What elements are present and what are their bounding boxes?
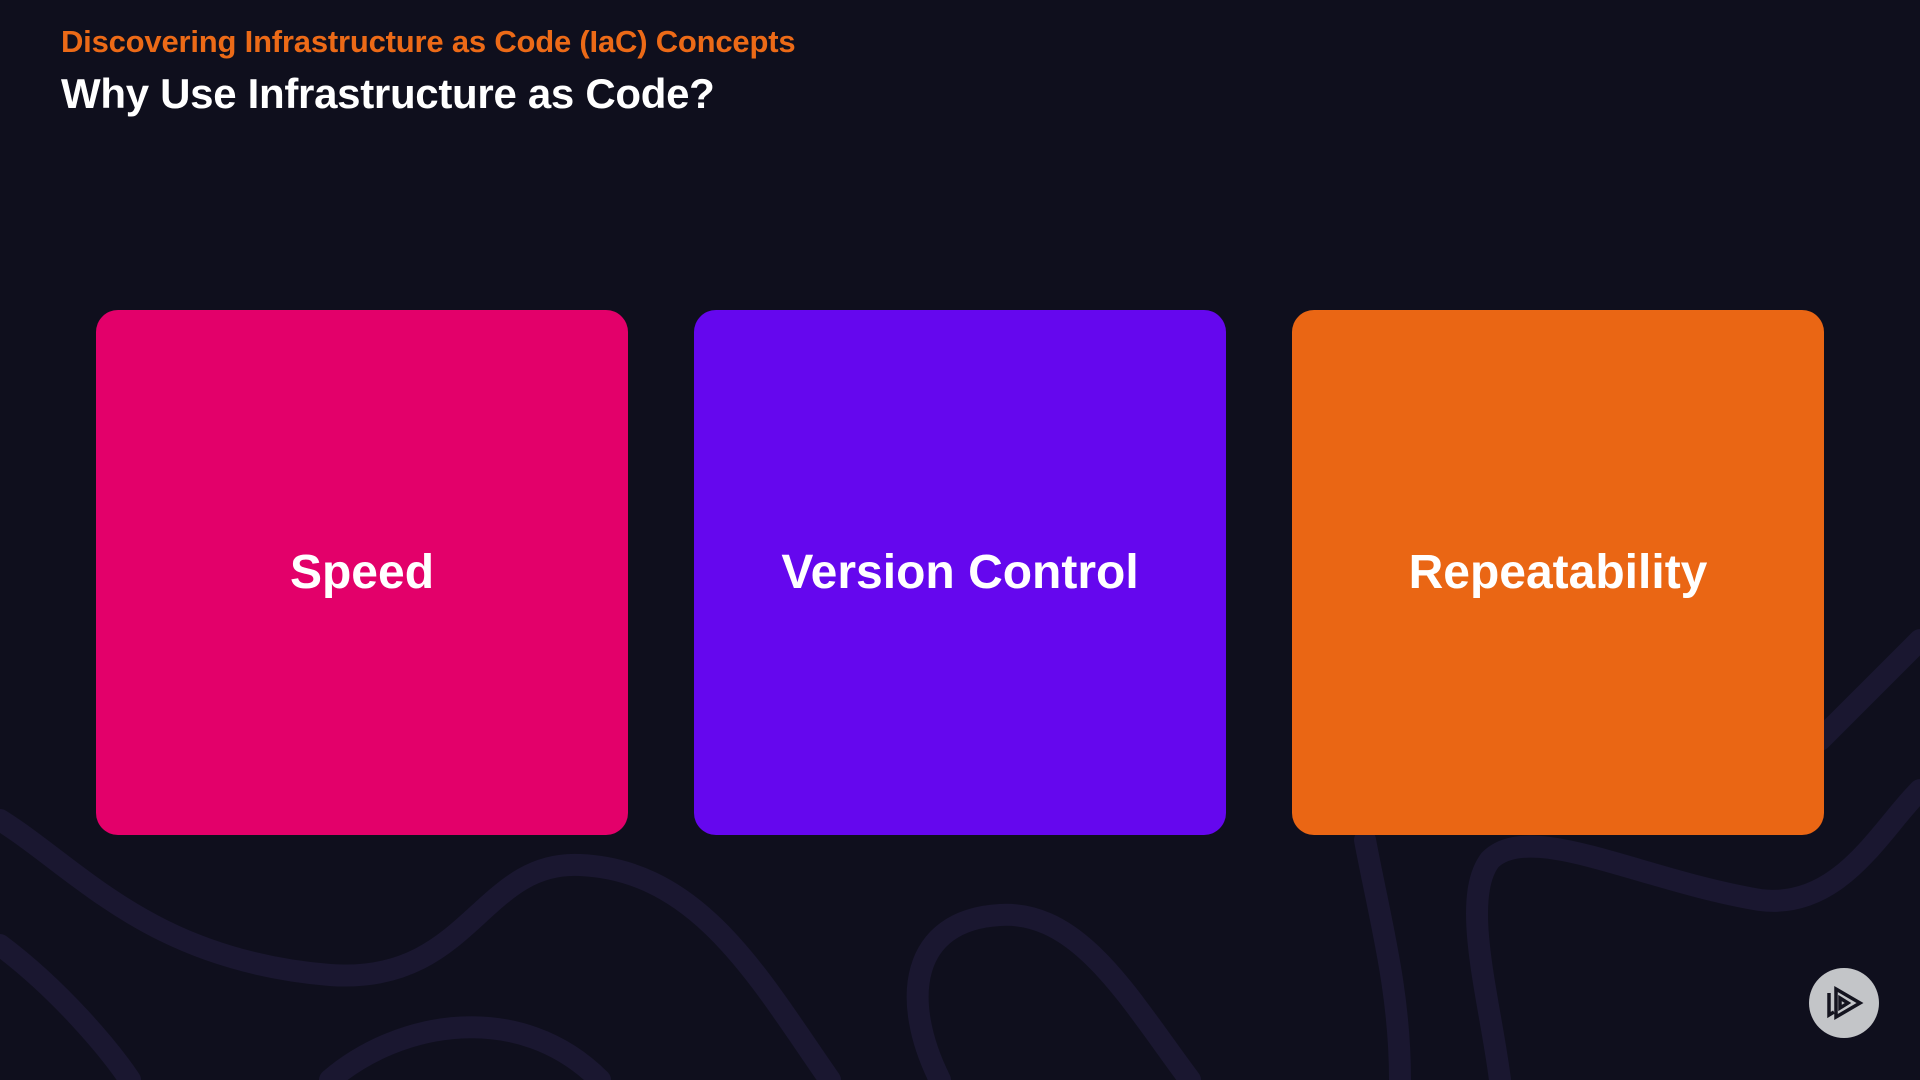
card-label: Version Control [781, 546, 1139, 599]
section-subtitle: Discovering Infrastructure as Code (IaC)… [61, 24, 796, 59]
card-label: Repeatability [1408, 546, 1708, 599]
pluralsight-play-icon [1827, 985, 1864, 1021]
card-repeatability: Repeatability [1292, 310, 1824, 835]
slide-title: Why Use Infrastructure as Code? [61, 70, 715, 117]
pluralsight-logo-button[interactable] [1809, 968, 1879, 1038]
card-label: Speed [289, 546, 435, 599]
card-version-control: Version Control [694, 310, 1226, 835]
card-speed: Speed [96, 310, 628, 835]
